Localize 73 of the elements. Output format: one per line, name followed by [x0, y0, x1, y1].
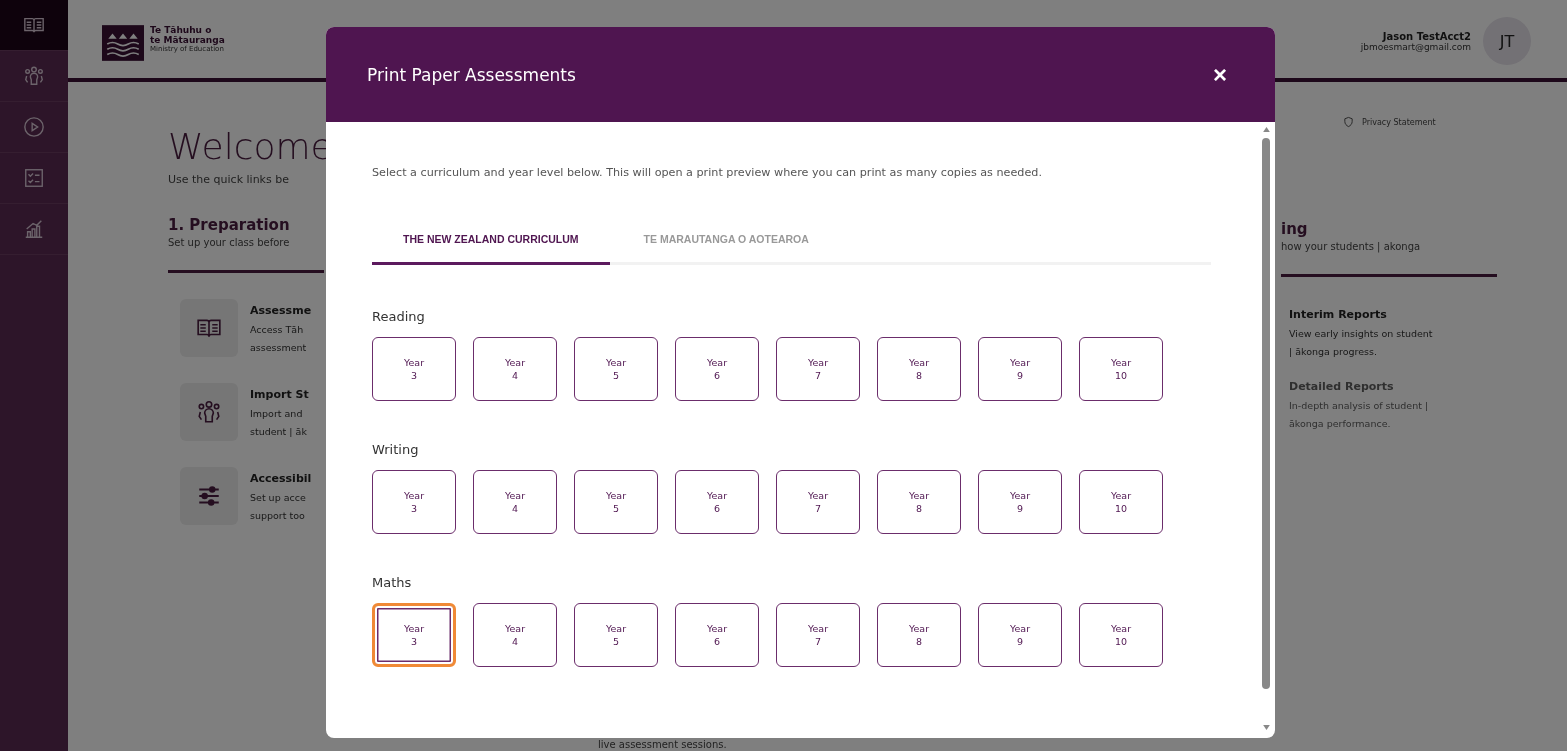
play-icon [23, 116, 45, 138]
caret-down-icon[interactable] [1262, 725, 1270, 730]
sidebar-item[interactable] [0, 0, 68, 51]
sliders-icon [196, 483, 222, 509]
shield-icon [1343, 116, 1354, 128]
quick-link-title[interactable]: Import St [250, 388, 309, 401]
year-level-button[interactable]: Year 3 [372, 470, 456, 534]
quick-link-tile[interactable] [180, 299, 238, 357]
quick-link-tile[interactable] [180, 467, 238, 525]
year-level-button[interactable]: Year 10 [1079, 603, 1163, 667]
privacy-link[interactable]: Privacy Statement [1362, 117, 1436, 127]
year-level-button[interactable]: Year 9 [978, 337, 1062, 401]
report-link-description: | ākonga progress. [1289, 345, 1378, 359]
scrollbar[interactable] [1261, 127, 1271, 730]
avatar[interactable]: JT [1483, 17, 1531, 65]
year-level-button[interactable]: Year 8 [877, 337, 961, 401]
year-level-button[interactable]: Year 6 [675, 337, 759, 401]
year-level-button[interactable]: Year 4 [473, 603, 557, 667]
year-level-button[interactable]: Year 5 [574, 603, 658, 667]
report-link-description: In-depth analysis of student | [1289, 399, 1430, 413]
year-level-button[interactable]: Year 9 [978, 603, 1062, 667]
report-link-title[interactable]: Interim Reports [1289, 308, 1497, 321]
year-level-button[interactable]: Year 10 [1079, 470, 1163, 534]
quick-link-description: support too [250, 509, 306, 523]
curriculum-tab[interactable]: THE NEW ZEALAND CURRICULUM [372, 229, 610, 265]
quick-link-description: Access Tāh [250, 323, 305, 337]
year-level-button[interactable]: Year 3 [372, 337, 456, 401]
quick-link-description: student | āk [250, 425, 308, 439]
year-level-button[interactable]: Year 5 [574, 337, 658, 401]
year-level-button[interactable]: Year 6 [675, 470, 759, 534]
year-level-button[interactable]: Year 5 [574, 470, 658, 534]
year-level-button[interactable]: Year 7 [776, 470, 860, 534]
page-subtitle: Use the quick links be [168, 173, 290, 186]
year-level-button[interactable]: Year 10 [1079, 337, 1163, 401]
year-level-button[interactable]: Year 6 [675, 603, 759, 667]
quick-link-title[interactable]: Assessme [250, 304, 312, 317]
year-level-button[interactable]: Year 8 [877, 603, 961, 667]
logo-icon [102, 25, 144, 61]
subject-heading: Maths [372, 575, 413, 590]
people-icon [23, 65, 45, 87]
caret-up-icon[interactable] [1262, 127, 1270, 132]
subject-heading: Writing [372, 442, 420, 457]
logo-text: te Mātauranga [150, 35, 225, 45]
quick-link-title[interactable]: Accessibil [250, 472, 312, 485]
year-level-button[interactable]: Year 7 [776, 337, 860, 401]
section-subtitle: how your students | akonga [1281, 241, 1422, 252]
quick-link-description: assessment [250, 341, 308, 355]
report-link-description: View early insights on student [1289, 327, 1434, 341]
quick-link-description: Import and [250, 407, 304, 421]
checklist-icon [23, 167, 45, 189]
year-level-button[interactable]: Year 3 [372, 603, 456, 667]
people-icon [196, 399, 222, 425]
report-link-description: ākonga performance. [1289, 417, 1392, 431]
year-level-button[interactable]: Year 9 [978, 470, 1062, 534]
section-title: 1. Preparation [168, 216, 291, 234]
quick-link-description: Set up acce [250, 491, 307, 505]
subject-heading: Reading [372, 309, 426, 324]
user-email: jbmoesmart@gmail.com [1360, 41, 1471, 52]
year-level-button[interactable]: Year 8 [877, 470, 961, 534]
page-title: Welcome [168, 126, 324, 167]
section-title: ing [1281, 220, 1309, 238]
chart-icon [23, 218, 45, 240]
year-level-button[interactable]: Year 4 [473, 470, 557, 534]
body-text: live assessment sessions. [598, 739, 727, 750]
logo-text: Te Tāhuhu o [150, 25, 213, 35]
quick-link-tile[interactable] [180, 383, 238, 441]
dialog-title: Print Paper Assessments [367, 64, 576, 85]
user-name: Jason TestAcct2 [1382, 30, 1471, 42]
year-level-button[interactable]: Year 4 [473, 337, 557, 401]
dialog-description: Select a curriculum and year level below. This will open a print preview where you can print as many copies as needed. [372, 166, 1043, 179]
year-level-button[interactable]: Year 7 [776, 603, 860, 667]
section-subtitle: Set up your class before [168, 237, 291, 248]
close-button[interactable]: × [1209, 60, 1231, 89]
